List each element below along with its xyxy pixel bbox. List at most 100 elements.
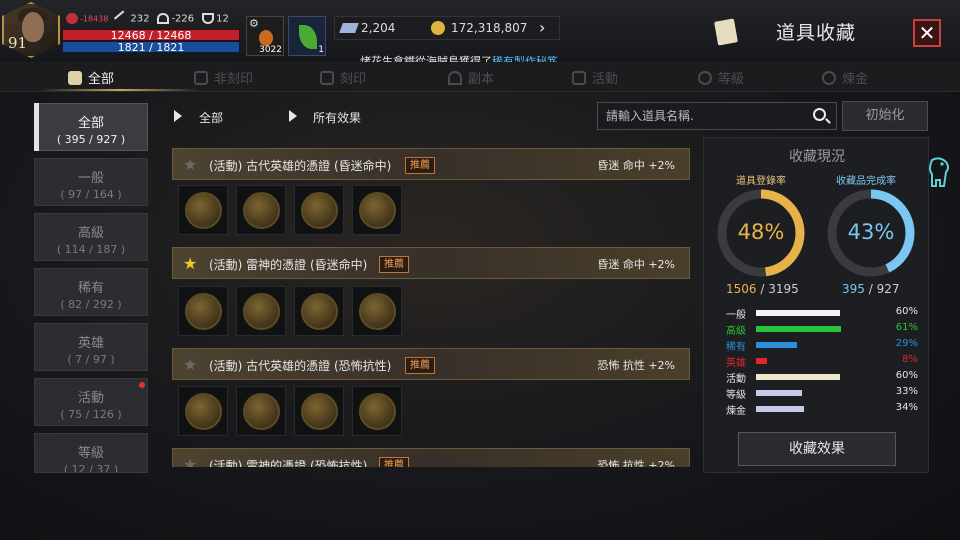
- collection-header[interactable]: ★ (活動) 雷神的憑證 (昏迷命中) 推薦 昏迷 命中 +2%: [172, 247, 690, 279]
- filter-effect[interactable]: 所有效果: [313, 109, 361, 126]
- collection-header[interactable]: ★ (活動) 古代英雄的憑證 (恐怖抗性) 推薦 恐怖 抗性 +2%: [172, 348, 690, 380]
- gift-icon: [572, 71, 586, 85]
- star-icon[interactable]: ★: [183, 155, 197, 174]
- collection-effect-button[interactable]: 收藏效果: [738, 432, 896, 466]
- medal-icon: [359, 393, 396, 430]
- star-icon[interactable]: ★: [183, 455, 197, 467]
- category-rare[interactable]: 稀有 ( 82 / 292 ): [34, 268, 148, 316]
- item-slot[interactable]: [294, 185, 344, 235]
- grade-percent: 61%: [895, 322, 918, 333]
- medal-icon: [185, 293, 222, 330]
- quickslot-leaf[interactable]: 1: [288, 16, 326, 56]
- registration-current: 1506: [726, 282, 757, 296]
- category-count: ( 7 / 97 ): [67, 353, 115, 366]
- engrave-icon: [320, 71, 334, 85]
- collection-effect: 恐怖 抗性 +2%: [597, 459, 675, 467]
- gear-icon: ⚙: [249, 17, 259, 30]
- tab-dungeon[interactable]: 副本: [448, 68, 494, 87]
- trophy-icon: [202, 13, 215, 24]
- tab-non-engraved[interactable]: 非刻印: [194, 68, 253, 87]
- medal-icon: [359, 192, 396, 229]
- category-label: 活動: [77, 391, 104, 406]
- collection-list[interactable]: ★ (活動) 古代英雄的憑證 (昏迷命中) 推薦 昏迷 命中 +2% ★ (活動…: [170, 140, 692, 467]
- category-hero[interactable]: 英雄 ( 7 / 97 ): [34, 323, 148, 371]
- grade-percent: 60%: [895, 370, 918, 381]
- item-slot[interactable]: [352, 185, 402, 235]
- item-slot[interactable]: [178, 286, 228, 336]
- item-slot[interactable]: [236, 185, 286, 235]
- collection-effect: 恐怖 抗性 +2%: [597, 359, 675, 372]
- grade-label: 煉金: [726, 406, 746, 417]
- close-button[interactable]: ✕: [913, 19, 941, 47]
- chevron-right-icon[interactable]: ›: [539, 18, 545, 37]
- dinosaur-mascot-icon[interactable]: [924, 156, 954, 192]
- collection-name: (活動) 雷神的憑證 (恐怖抗性): [209, 459, 368, 467]
- star-icon[interactable]: ★: [183, 355, 197, 374]
- tab-event[interactable]: 活動: [572, 68, 618, 87]
- sword-icon: [114, 10, 131, 27]
- helmet-icon: [157, 13, 170, 24]
- category-level[interactable]: 等級 ( 12 / 37 ): [34, 433, 148, 473]
- player-stats: -18438 232 -226 12: [66, 10, 229, 27]
- currency-bar[interactable]: 2,204 172,318,807 ›: [334, 16, 560, 40]
- panel-title: 收藏現況: [789, 149, 845, 165]
- mp-value: 1821 / 1821: [117, 41, 185, 54]
- category-label: 一般: [77, 171, 104, 186]
- category-count: ( 75 / 126 ): [60, 408, 122, 421]
- registration-percent: 48%: [737, 220, 785, 244]
- recommend-badge: 推薦: [379, 256, 409, 273]
- grade-label: 高級: [726, 326, 746, 337]
- gem-icon: [339, 23, 359, 33]
- star-icon[interactable]: ★: [183, 254, 197, 273]
- category-normal[interactable]: 一般 ( 97 / 164 ): [34, 158, 148, 206]
- filter-category[interactable]: 全部: [199, 109, 223, 126]
- category-label: 英雄: [77, 336, 104, 351]
- grade-percent: 60%: [895, 306, 918, 317]
- book-icon: [68, 71, 82, 85]
- medal-icon: [185, 393, 222, 430]
- tab-level[interactable]: 等級: [698, 68, 744, 87]
- category-event[interactable]: 活動 ( 75 / 126 ): [34, 378, 148, 426]
- item-slot[interactable]: [178, 386, 228, 436]
- search-input[interactable]: [597, 102, 837, 130]
- item-slot[interactable]: [352, 386, 402, 436]
- potion-icon: [259, 30, 273, 46]
- category-advanced[interactable]: 高級 ( 114 / 187 ): [34, 213, 148, 261]
- category-label: 等級: [77, 446, 104, 461]
- tab-all[interactable]: 全部: [68, 68, 114, 87]
- engrave-off-icon: [194, 71, 208, 85]
- gem-count: 2,204: [361, 21, 396, 35]
- gold-coin-icon: [431, 21, 445, 35]
- item-slot[interactable]: [236, 286, 286, 336]
- hp-bar: 12468 / 12468: [62, 29, 240, 42]
- completion-total: 927: [876, 282, 900, 296]
- gold-count: 172,318,807: [451, 21, 528, 35]
- item-slot[interactable]: [352, 286, 402, 336]
- completion-percent: 43%: [847, 220, 895, 244]
- search-icon[interactable]: [813, 108, 826, 121]
- grade-row: 英雄 8%: [726, 354, 926, 369]
- stat-trophy: 12: [216, 13, 229, 25]
- medal-icon: [301, 393, 338, 430]
- tab-bar: 全部 非刻印 刻印 副本 活動 等級 煉金: [0, 62, 960, 92]
- quickslot-potion[interactable]: ⚙ 3022: [246, 16, 284, 56]
- grade-progress-bar: [756, 406, 804, 412]
- category-all[interactable]: 全部 ( 395 / 927 ): [34, 103, 148, 151]
- item-slot[interactable]: [294, 286, 344, 336]
- grade-progress-bar: [756, 342, 797, 348]
- item-slot[interactable]: [236, 386, 286, 436]
- medal-icon: [243, 393, 280, 430]
- item-slot[interactable]: [178, 185, 228, 235]
- category-count: ( 97 / 164 ): [60, 188, 122, 201]
- tab-engraved[interactable]: 刻印: [320, 68, 366, 87]
- grade-label: 等級: [726, 390, 746, 401]
- alchemy-icon: [822, 71, 836, 85]
- reset-button[interactable]: 初始化: [842, 101, 928, 131]
- collection-header[interactable]: ★ (活動) 古代英雄的憑證 (昏迷命中) 推薦 昏迷 命中 +2%: [172, 148, 690, 180]
- category-count: ( 82 / 292 ): [60, 298, 122, 311]
- item-registration-ring: 48%: [716, 188, 806, 278]
- tab-alchemy[interactable]: 煉金: [822, 68, 868, 87]
- dungeon-icon: [448, 71, 462, 85]
- item-slot[interactable]: [294, 386, 344, 436]
- collection-header[interactable]: ★ (活動) 雷神的憑證 (恐怖抗性) 推薦 恐怖 抗性 +2%: [172, 448, 690, 467]
